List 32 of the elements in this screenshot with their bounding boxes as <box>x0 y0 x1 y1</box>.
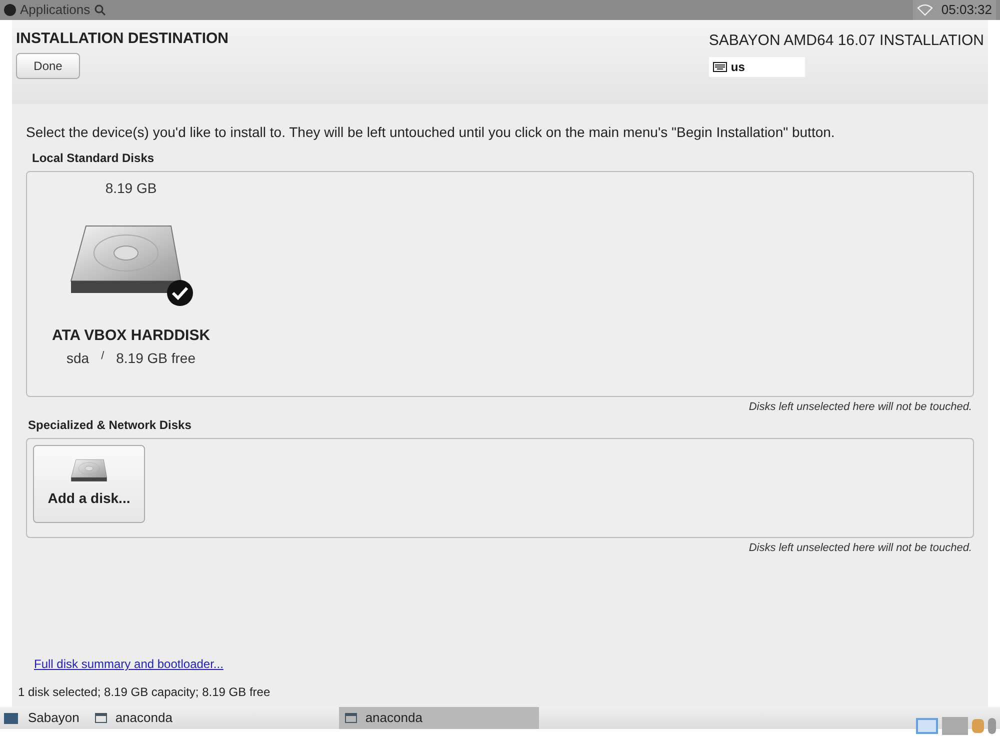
note-text: Disks left unselected here will not be touched. <box>748 540 972 556</box>
keyboard-icon <box>712 62 727 72</box>
applications-menu[interactable]: Applications <box>20 0 90 20</box>
disk-size: 8.19 GB <box>105 179 157 198</box>
start-menu-button[interactable]: Sabayon <box>0 707 84 729</box>
product-title: SABAYON AMD64 16.07 INSTALLATION <box>708 31 984 51</box>
summary-link[interactable]: Full disk summary and bootloader... <box>34 655 982 673</box>
page-title: INSTALLATION DESTINATION <box>16 29 228 49</box>
window-icon <box>345 713 358 723</box>
desktop-icon[interactable] <box>916 718 938 734</box>
window-icon <box>95 713 108 723</box>
note-text: Disks left unselected here will not be touched. <box>748 400 972 415</box>
free-space: 8.19 GB free <box>116 348 196 368</box>
keyboard-layout-indicator[interactable]: us <box>708 56 805 76</box>
section-heading: Specialized & Network Disks <box>28 416 192 434</box>
done-button[interactable]: Done <box>16 52 80 78</box>
applications-icon <box>4 4 16 16</box>
device-name: sda <box>66 348 90 368</box>
disk-name: ATA VBOX HARDDISK <box>52 326 210 346</box>
taskbar-window-button[interactable]: anaconda <box>339 707 540 729</box>
wifi-icon[interactable] <box>917 4 934 16</box>
status-text: 1 disk selected; 8.19 GB capacity; 8.19 GB free <box>18 684 272 701</box>
taskbar-window-button[interactable]: anaconda <box>89 707 240 729</box>
add-disk-button[interactable]: Add a disk... <box>33 444 145 522</box>
monitor-icon <box>4 712 18 724</box>
disk-tile[interactable]: 8.19 GB ATA VBOX HARDDISK sda / 8.19 GB free <box>41 178 221 368</box>
separator: / <box>101 348 104 364</box>
instructions-text: Select the device(s) you'd like to install to. They will be left untouched until you click on the main menu's "Begin Installation" button. <box>26 123 836 142</box>
search-icon[interactable] <box>94 4 106 16</box>
keyboard-layout-label: us <box>730 58 745 76</box>
section-heading: Local Standard Disks <box>32 150 156 167</box>
hard-disk-icon <box>69 458 109 484</box>
